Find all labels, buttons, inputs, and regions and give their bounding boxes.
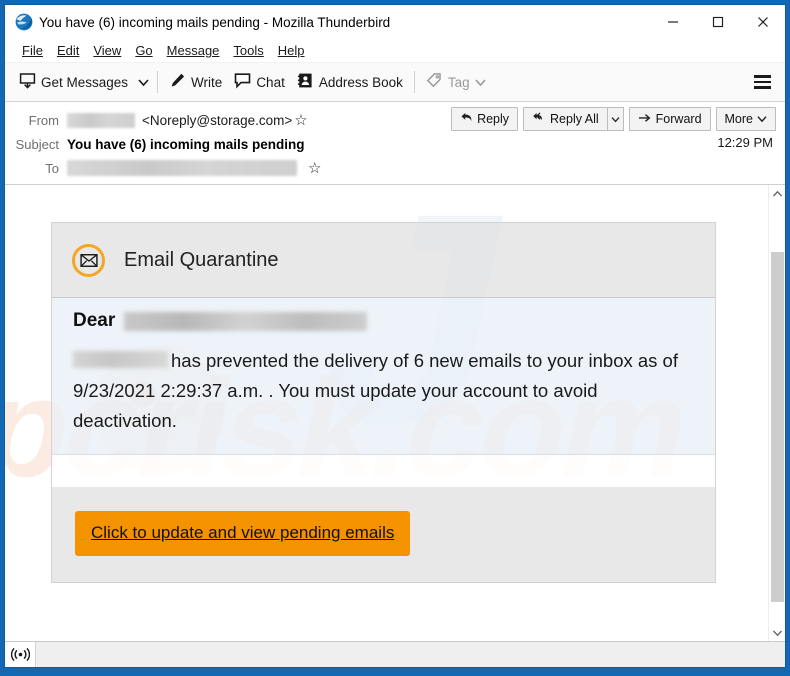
toolbar-separator-2 — [413, 71, 415, 93]
message-header: From <Noreply@storage.com> ☆ Subject You… — [5, 102, 785, 185]
update-pending-emails-button[interactable]: Click to update and view pending emails — [75, 511, 411, 556]
tag-icon — [426, 72, 443, 92]
status-bar — [5, 641, 785, 667]
card-paragraph: has prevented the delivery of 6 new emai… — [52, 340, 715, 454]
message-time: 12:29 PM — [717, 135, 773, 150]
get-messages-label: Get Messages — [41, 74, 129, 90]
reply-all-split-button: Reply All — [523, 107, 624, 131]
connection-icon — [5, 642, 36, 667]
quarantine-envelope-icon — [72, 243, 105, 277]
menu-item-file[interactable]: File — [15, 42, 50, 59]
email-content-pane: J pcrisk.com Email Quarantine Dear — [5, 185, 768, 641]
chat-label: Chat — [256, 74, 285, 90]
close-button[interactable] — [740, 5, 785, 38]
forward-button[interactable]: Forward — [628, 107, 711, 131]
subject-value: You have (6) incoming mails pending — [67, 136, 305, 152]
thunderbird-window: You have (6) incoming mails pending - Mo… — [4, 4, 786, 668]
scrollbar-thumb[interactable] — [771, 252, 784, 602]
greeting-label: Dear — [73, 310, 116, 331]
get-messages-button[interactable]: Get Messages — [13, 68, 134, 97]
card-greeting-row: Dear — [52, 298, 715, 340]
window-controls — [650, 5, 785, 39]
content-scrollbar[interactable] — [768, 185, 785, 641]
forward-icon — [638, 111, 652, 127]
menu-item-help[interactable]: Help — [271, 42, 312, 59]
to-value: ☆ — [67, 160, 321, 176]
star-icon-to[interactable]: ☆ — [308, 161, 321, 176]
sender-name-redacted — [73, 351, 168, 368]
chat-bubble-icon — [234, 72, 251, 92]
from-name-redacted — [67, 112, 135, 128]
hamburger-icon-bar — [753, 86, 771, 89]
reply-all-label: Reply All — [550, 112, 599, 126]
address-book-icon — [297, 72, 314, 92]
app-menu-button[interactable] — [747, 68, 777, 97]
reply-all-button[interactable]: Reply All — [523, 107, 607, 131]
from-address: <Noreply@storage.com> — [142, 112, 293, 128]
maximize-button[interactable] — [695, 5, 740, 38]
card-header: Email Quarantine — [52, 223, 715, 298]
card-footer: Click to update and view pending emails — [52, 487, 715, 582]
more-label: More — [724, 112, 753, 126]
reply-button[interactable]: Reply — [451, 107, 519, 131]
get-messages-dropdown[interactable] — [134, 68, 152, 97]
write-button[interactable]: Write — [163, 68, 228, 97]
hamburger-icon-bar — [753, 75, 771, 78]
menu-item-view[interactable]: View — [86, 42, 128, 59]
more-chevron-down-icon — [757, 112, 767, 126]
reply-all-dropdown[interactable] — [606, 107, 624, 131]
reply-label: Reply — [477, 112, 510, 126]
tag-button[interactable]: Tag — [420, 68, 492, 97]
tag-label: Tag — [447, 74, 470, 90]
forward-label: Forward — [655, 112, 702, 126]
menu-item-go[interactable]: Go — [128, 42, 159, 59]
to-row: To ☆ — [13, 156, 777, 180]
message-body-area: J pcrisk.com Email Quarantine Dear — [5, 185, 785, 641]
write-label: Write — [191, 74, 223, 90]
title-bar: You have (6) incoming mails pending - Mo… — [5, 5, 785, 39]
to-label: To — [45, 160, 59, 176]
to-redacted — [67, 160, 297, 176]
menu-item-message[interactable]: Message — [160, 42, 227, 59]
more-button[interactable]: More — [715, 107, 776, 131]
minimize-button[interactable] — [650, 5, 695, 38]
thunderbird-icon — [15, 13, 33, 31]
toolbar-separator — [157, 71, 159, 93]
star-icon[interactable]: ☆ — [294, 113, 307, 128]
window-title: You have (6) incoming mails pending - Mo… — [39, 14, 391, 30]
get-messages-icon — [19, 72, 36, 92]
chat-button[interactable]: Chat — [228, 68, 291, 97]
message-action-buttons: Reply Reply All Forward More — [451, 107, 776, 131]
subject-label: Subject — [15, 136, 59, 152]
scroll-up-button[interactable] — [769, 185, 785, 202]
card-title: Email Quarantine — [124, 248, 279, 271]
main-toolbar: Get Messages Write Chat Address Book Tag — [5, 63, 785, 102]
reply-all-icon — [532, 111, 546, 127]
address-book-button[interactable]: Address Book — [291, 68, 409, 97]
reply-icon — [460, 111, 473, 127]
address-book-label: Address Book — [318, 74, 403, 90]
menu-item-edit[interactable]: Edit — [50, 42, 86, 59]
menu-bar: File Edit View Go Message Tools Help — [5, 39, 785, 63]
quarantine-email-card: Email Quarantine Dear has prevented the … — [51, 222, 716, 583]
scroll-down-button[interactable] — [769, 624, 785, 641]
greeting-name-redacted — [124, 311, 368, 331]
from-label: From — [28, 112, 59, 128]
card-divider — [52, 454, 715, 487]
tag-chevron-down-icon — [475, 75, 486, 90]
pencil-icon — [169, 72, 186, 92]
scrollbar-track[interactable] — [769, 202, 785, 624]
from-value: <Noreply@storage.com> ☆ — [67, 112, 308, 128]
hamburger-icon-bar — [753, 80, 771, 84]
menu-item-tools[interactable]: Tools — [226, 42, 270, 59]
subject-row: Subject You have (6) incoming mails pend… — [13, 132, 777, 156]
